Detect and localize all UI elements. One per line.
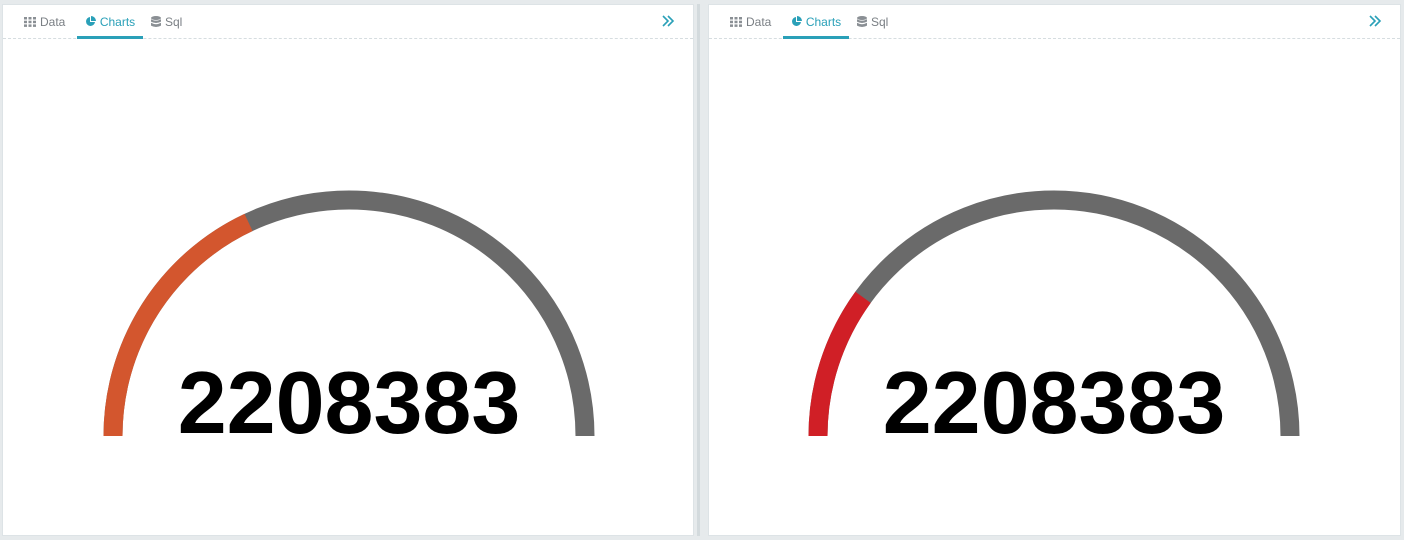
tab-bar: Data Charts Sql — [709, 5, 1400, 39]
gauge-value-arc — [808, 291, 871, 437]
grid-icon — [24, 16, 36, 27]
chart-panel-right: Data Charts Sql 2208383 — [708, 4, 1401, 536]
tab-label: Charts — [99, 14, 136, 29]
gauge-value-text: 2208383 — [883, 353, 1226, 452]
gauge-chart: 2208383 — [808, 190, 1300, 452]
double-chevron-right-icon[interactable] — [661, 13, 675, 29]
tab-charts[interactable]: Charts — [783, 5, 849, 39]
tab-sql[interactable]: Sql — [857, 5, 888, 38]
tab-sql[interactable]: Sql — [151, 5, 182, 38]
tab-label: Data — [40, 14, 66, 29]
database-icon — [151, 15, 161, 28]
tab-data[interactable]: Data — [730, 5, 771, 38]
tab-charts[interactable]: Charts — [77, 5, 143, 39]
pie-chart-icon — [85, 16, 96, 27]
gauge-value-text: 2208383 — [178, 353, 521, 452]
tab-bar: Data Charts Sql — [3, 5, 693, 39]
database-icon — [857, 15, 867, 28]
chart-panel-left: Data Charts Sql 2208383 — [2, 4, 694, 536]
tab-label: Sql — [871, 14, 889, 29]
panel-divider[interactable] — [694, 4, 708, 536]
grid-icon — [730, 16, 742, 27]
tab-data[interactable]: Data — [24, 5, 65, 38]
tab-label: Charts — [805, 14, 842, 29]
tab-label: Sql — [165, 14, 183, 29]
tab-label: Data — [746, 14, 772, 29]
gauge-chart: 2208383 — [103, 190, 595, 452]
pie-chart-icon — [791, 16, 802, 27]
double-chevron-right-icon[interactable] — [1368, 13, 1382, 29]
